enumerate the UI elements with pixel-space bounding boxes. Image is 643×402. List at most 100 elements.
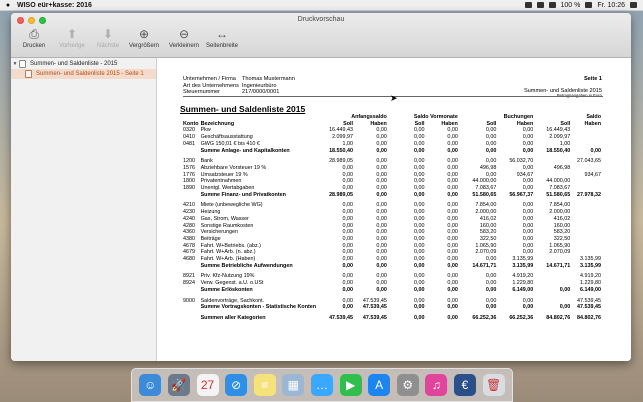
amount-cell: 0,00	[413, 147, 425, 154]
amount-cell: 0,00	[485, 297, 497, 304]
amount-cell: 322,50	[479, 235, 497, 242]
app-store-icon[interactable]: A	[368, 374, 391, 396]
toolbar-button-4[interactable]: ⊖ Verkleinern	[163, 26, 205, 49]
amount-cell: 2.070,09	[475, 249, 497, 256]
toolbar-button-label: Vergrößern	[128, 43, 159, 49]
app-menu[interactable]: WISO eür+kasse: 2016	[17, 2, 92, 9]
messages-icon[interactable]: …	[310, 374, 333, 396]
printer-icon: ⎙	[29, 27, 39, 41]
itunes-icon[interactable]: ♫	[425, 374, 448, 396]
finder-icon[interactable]: ☺	[139, 374, 162, 396]
document-icon	[19, 60, 26, 68]
amount-cell: 0,00	[376, 256, 387, 263]
account-number: 4210	[183, 202, 195, 209]
amount-cell: 0,00	[342, 273, 354, 280]
sidebar-item-page-1[interactable]: Summen- und Saldenliste 2015 - Seite 1	[11, 69, 156, 79]
toolbar-button-5[interactable]: ↔ Seitenbreite	[201, 26, 243, 49]
column-header-row: Konto Bezeichnung Soll Haben Soll Haben …	[182, 121, 602, 128]
spotlight-icon[interactable]	[630, 2, 637, 8]
amount-cell: 0,00	[485, 304, 497, 311]
preview-icon[interactable]: ▦	[282, 374, 305, 396]
notes-icon[interactable]: ≡	[253, 374, 276, 396]
print-preview-window: Druckvorschau ⎙ Drucken ⬆ Vorherige ⬇ Nächste…	[11, 13, 631, 361]
arrow-up-icon: ⬆	[66, 27, 78, 41]
status-icon[interactable]	[524, 2, 532, 8]
table-row: 1776 Umsatzsteuer 19 % 0,00 0,00 0,00 0,00 0,0…	[182, 172, 602, 179]
amount-cell: 7.083,67	[549, 185, 571, 192]
amount-cell: 0,00	[376, 262, 387, 269]
account-number: 4680	[183, 256, 195, 263]
amount-cell: 416,02	[553, 215, 571, 222]
amount-cell: 0,00	[413, 191, 425, 198]
amount-cell: 0,00	[447, 314, 458, 321]
account-number	[182, 148, 200, 155]
status-icon[interactable]	[536, 2, 544, 8]
toolbar-button-3[interactable]: ⊕ Vergrößern	[123, 26, 165, 49]
amount-cell: 0,00	[447, 178, 458, 185]
amount-cell: 0,00	[413, 178, 425, 185]
amount-cell: 0,00	[413, 127, 425, 134]
safari-icon[interactable]: ⊘	[225, 374, 248, 396]
group-anfangssaldo: Anfangssaldo	[351, 114, 387, 120]
toolbar-button-0[interactable]: ⎙ Drucken	[13, 26, 55, 49]
wifi-icon[interactable]	[548, 2, 556, 8]
amount-cell: 0,00	[413, 262, 425, 269]
launchpad-icon[interactable]: 🚀	[167, 374, 190, 396]
amount-cell	[571, 134, 602, 141]
amount-cell: 47.539,45	[362, 297, 387, 304]
amount-cell: 0,00	[342, 262, 354, 269]
clock[interactable]: Fr. 10:26	[597, 2, 625, 9]
amount-cell: 0,00	[413, 229, 425, 236]
amount-cell: 0,00	[376, 222, 387, 229]
account-name: Miete (unbewegliche WG)	[200, 202, 263, 209]
calendar-icon[interactable]: 27	[196, 374, 219, 396]
amount-cell: 0,00	[447, 262, 458, 269]
amount-cell: 0,00	[522, 222, 534, 229]
sidebar-item-label: Summen- und Saldenliste - 2015	[30, 61, 118, 67]
amount-cell: 0,00	[342, 242, 354, 249]
account-number: 1800	[183, 178, 195, 185]
amount-cell: 0,00	[342, 171, 354, 178]
system-preferences-icon[interactable]: ⚙	[396, 374, 419, 396]
wiso-euer-kasse-icon[interactable]: €	[454, 374, 476, 396]
amount-cell	[571, 165, 602, 172]
toolbar-button-label: Seitenbreite	[205, 43, 239, 49]
amount-cell: 0,00	[342, 229, 354, 236]
amount-cell: 3.135,99	[580, 262, 601, 269]
amount-cell: 0,00	[447, 215, 458, 222]
disclosure-triangle-icon[interactable]: ▼	[11, 59, 19, 69]
battery-percent[interactable]: 100 %	[561, 2, 581, 9]
amount-cell: 0,00	[413, 314, 425, 321]
amount-cell: 0,00	[413, 280, 425, 287]
tax-value: 217/0000/0001	[242, 89, 280, 96]
toolbar-button-label: Verkleinern	[168, 43, 200, 49]
amount-cell: 14.671,71	[546, 262, 571, 269]
amount-cell: 0,00	[447, 164, 458, 171]
sidebar-item-report[interactable]: ▼ Summen- und Saldenliste - 2015	[11, 59, 156, 69]
battery-icon[interactable]	[585, 2, 593, 8]
account-name: Summe Betriebliche Aufwendungen	[200, 262, 293, 269]
header-labels: Unternehmen / Firma Art des Unternehmens…	[183, 76, 239, 96]
account-number	[182, 287, 200, 294]
account-name: Summen aller Kategorien	[200, 314, 266, 321]
facetime-icon[interactable]: ▶	[339, 374, 362, 396]
account-name: Summe Erlöskonten	[200, 286, 253, 293]
summary-row: Summe Vortragskonten - Statistische Kont…	[182, 304, 602, 311]
account-name: Bank	[200, 158, 213, 165]
amount-cell: 0,00	[447, 171, 458, 178]
amount-cell: 0,00	[447, 209, 458, 216]
trash-icon[interactable]: 🗑	[482, 374, 505, 396]
amount-cell: 47.539,45	[329, 314, 354, 321]
amount-cell: 2.070,09	[549, 249, 571, 256]
amount-cell	[571, 178, 602, 185]
group-buchungen: Buchungen	[503, 114, 534, 120]
amount-cell: 16.449,43	[546, 127, 571, 134]
amount-cell: 0,00	[522, 127, 534, 134]
amount-cell: 47.539,45	[577, 297, 601, 304]
account-name: Saldenvorträge, Sachkont.	[200, 297, 265, 304]
amount-cell: 0,00	[376, 242, 387, 249]
amount-cell: 0,00	[376, 178, 387, 185]
report-title: Summen- und Saldenliste 2015	[180, 104, 306, 114]
amount-cell: 0,00	[485, 286, 497, 293]
apple-menu-icon[interactable]: ●	[3, 2, 13, 9]
